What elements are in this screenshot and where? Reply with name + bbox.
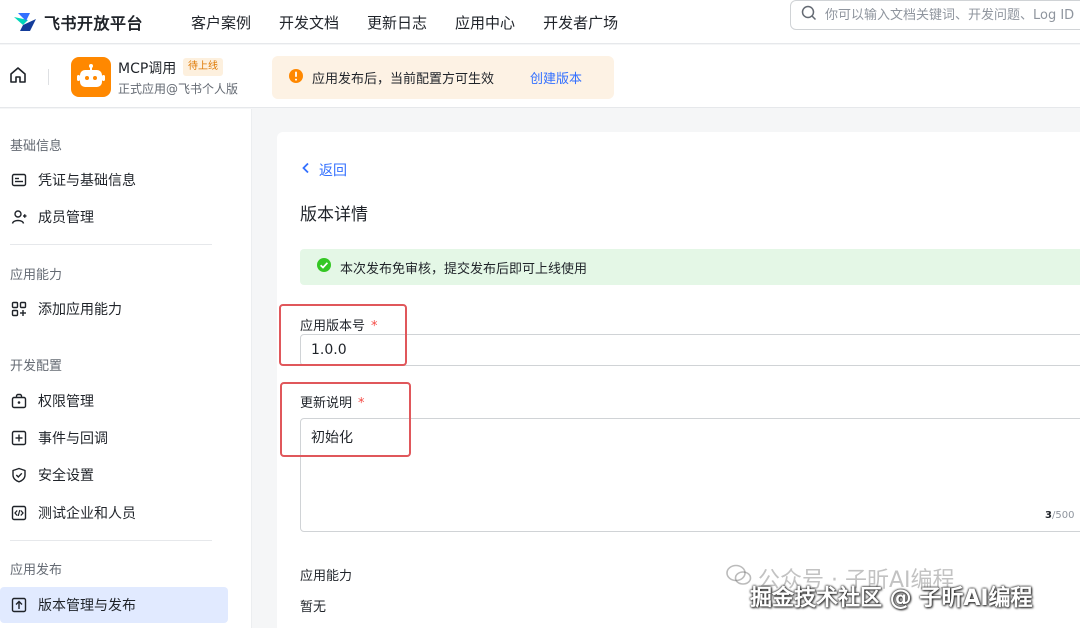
sidebar-item-permissions[interactable]: 权限管理 xyxy=(0,383,228,419)
sidebar-group-capability: 应用能力 xyxy=(10,268,63,283)
warning-icon xyxy=(288,68,304,88)
search-input[interactable] xyxy=(825,7,1080,23)
character-counter: 3/500 xyxy=(1045,510,1074,521)
sidebar-item-label: 添加应用能力 xyxy=(38,302,122,318)
sidebar-item-add-capability[interactable]: 添加应用能力 xyxy=(0,291,228,327)
upload-icon xyxy=(10,596,28,614)
nav-link-changelog[interactable]: 更新日志 xyxy=(367,12,427,33)
sidebar-item-credentials[interactable]: 凭证与基础信息 xyxy=(0,162,228,198)
nav-link-app-center[interactable]: 应用中心 xyxy=(455,12,515,33)
search-icon xyxy=(801,5,817,25)
search-box[interactable] xyxy=(790,0,1080,30)
id-card-icon xyxy=(10,171,28,189)
brand-logo[interactable]: 飞书开放平台 xyxy=(12,6,143,38)
event-icon xyxy=(10,429,28,447)
capability-value: 暂无 xyxy=(300,600,327,615)
sidebar-divider xyxy=(10,244,212,245)
nav-link-cases[interactable]: 客户案例 xyxy=(191,12,251,33)
sidebar-item-security[interactable]: 安全设置 xyxy=(0,457,228,493)
check-circle-icon xyxy=(316,257,332,277)
create-version-link[interactable]: 创建版本 xyxy=(530,68,582,87)
sidebar: 基础信息 凭证与基础信息 成员管理 应用能力 添加应用能力 开发配置 权限管理 … xyxy=(0,109,252,628)
sidebar-group-basic: 基础信息 xyxy=(10,139,63,154)
back-label: 返回 xyxy=(319,163,347,179)
highlight-box-version xyxy=(279,304,407,366)
character-max: /500 xyxy=(1051,510,1075,521)
sidebar-divider xyxy=(10,540,212,541)
sidebar-group-publish: 应用发布 xyxy=(10,563,63,578)
nav-link-docs[interactable]: 开发文档 xyxy=(279,12,339,33)
sidebar-item-label: 安全设置 xyxy=(38,468,94,484)
success-text: 本次发布免审核，提交发布后即可上线使用 xyxy=(340,261,588,277)
app-bar: MCP调用 待上线 正式应用@飞书个人版 应用发布后，当前配置方可生效 创建版本 xyxy=(0,45,1080,108)
sidebar-item-label: 凭证与基础信息 xyxy=(38,173,136,189)
page-title: 版本详情 xyxy=(300,205,368,225)
back-link[interactable]: 返回 xyxy=(301,160,347,180)
brand-name: 飞书开放平台 xyxy=(44,14,144,33)
character-count: 3 xyxy=(1045,510,1052,521)
sidebar-item-label: 测试企业和人员 xyxy=(38,506,136,522)
version-detail-card: 返回 版本详情 本次发布免审核，提交发布后即可上线使用 应用版本号* 更新说明*… xyxy=(277,132,1080,628)
sidebar-item-label: 成员管理 xyxy=(38,210,94,226)
sidebar-item-label: 版本管理与发布 xyxy=(38,598,136,614)
nav-link-developer-square[interactable]: 开发者广场 xyxy=(543,12,618,33)
sidebar-item-version-publish[interactable]: 版本管理与发布 xyxy=(0,587,228,623)
add-capability-icon xyxy=(10,300,28,318)
app-subtitle: 正式应用@飞书个人版 xyxy=(118,82,239,96)
notice-text: 应用发布后，当前配置方可生效 xyxy=(312,72,495,87)
permission-icon xyxy=(10,392,28,410)
capability-label: 应用能力 xyxy=(300,569,353,584)
top-nav: 飞书开放平台 客户案例 开发文档 更新日志 应用中心 开发者广场 xyxy=(0,0,1080,44)
chevron-left-icon xyxy=(301,162,311,178)
sidebar-item-events[interactable]: 事件与回调 xyxy=(0,420,228,456)
member-icon xyxy=(10,208,28,226)
code-icon xyxy=(10,504,28,522)
success-alert: 本次发布免审核，提交发布后即可上线使用 xyxy=(300,249,1080,285)
release-notes-textarea[interactable]: 初始化 xyxy=(300,418,1080,532)
sidebar-item-test-users[interactable]: 测试企业和人员 xyxy=(0,495,228,531)
sidebar-group-dev-config: 开发配置 xyxy=(10,359,63,374)
sidebar-item-members[interactable]: 成员管理 xyxy=(0,199,228,235)
sidebar-item-label: 权限管理 xyxy=(38,394,94,410)
divider xyxy=(48,69,49,85)
sidebar-item-label: 事件与回调 xyxy=(38,431,108,447)
watermark-line2: 掘金技术社区 @ 子昕AI编程 xyxy=(750,586,1033,611)
home-icon[interactable] xyxy=(8,65,30,87)
status-badge: 待上线 xyxy=(183,58,223,76)
app-avatar-robot-icon xyxy=(71,57,111,97)
highlight-box-notes xyxy=(280,382,411,457)
notice-banner: 应用发布后，当前配置方可生效 创建版本 xyxy=(272,56,614,99)
wechat-icon xyxy=(726,564,752,592)
feishu-logo-icon xyxy=(12,11,38,33)
shield-icon xyxy=(10,466,28,484)
version-number-input[interactable] xyxy=(300,334,1080,366)
app-name: MCP调用 xyxy=(118,61,177,77)
nav-links: 客户案例 开发文档 更新日志 应用中心 开发者广场 xyxy=(191,0,646,44)
